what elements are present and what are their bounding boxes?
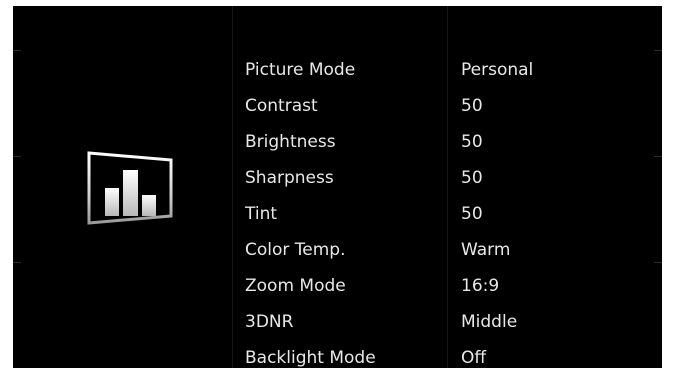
menu-item-label: 3DNR (245, 312, 294, 332)
menu-item-label: Backlight Mode (245, 348, 376, 368)
menu-item-label: Tint (245, 204, 278, 224)
menu-item-label: Color Temp. (245, 240, 346, 260)
menu-item-label: Brightness (245, 132, 336, 152)
menu-item-label: Contrast (245, 96, 318, 116)
menu-item-label: Zoom Mode (245, 276, 346, 296)
tick-mark (654, 156, 662, 157)
menu-item-value: Off (461, 348, 487, 368)
picture-settings-menu: Picture Mode Personal Contrast 50 Bright… (245, 52, 645, 368)
menu-row-sharpness[interactable]: Sharpness 50 (245, 160, 645, 196)
divider-line (232, 6, 233, 368)
menu-row-tint[interactable]: Tint 50 (245, 196, 645, 232)
menu-row-3dnr[interactable]: 3DNR Middle (245, 304, 645, 340)
menu-row-brightness[interactable]: Brightness 50 (245, 124, 645, 160)
menu-item-value: Personal (461, 60, 534, 80)
tv-osd-screen: Picture Mode Personal Contrast 50 Bright… (13, 6, 662, 368)
menu-item-value: 50 (461, 168, 483, 188)
tick-mark (654, 262, 662, 263)
menu-item-label: Sharpness (245, 168, 334, 188)
tick-mark (13, 50, 21, 51)
menu-row-picture-mode[interactable]: Picture Mode Personal (245, 52, 645, 88)
tick-mark (13, 262, 21, 263)
menu-item-value: 50 (461, 204, 483, 224)
tick-mark (13, 156, 21, 157)
menu-row-contrast[interactable]: Contrast 50 (245, 88, 645, 124)
menu-row-color-temp[interactable]: Color Temp. Warm (245, 232, 645, 268)
menu-item-value: 50 (461, 132, 483, 152)
picture-settings-icon (87, 151, 173, 226)
menu-row-backlight-mode[interactable]: Backlight Mode Off (245, 340, 645, 368)
menu-row-zoom-mode[interactable]: Zoom Mode 16:9 (245, 268, 645, 304)
menu-item-value: 50 (461, 96, 483, 116)
tick-mark (654, 50, 662, 51)
menu-item-value: Middle (461, 312, 518, 332)
menu-item-value: 16:9 (461, 276, 500, 296)
menu-item-value: Warm (461, 240, 511, 260)
menu-item-label: Picture Mode (245, 60, 356, 80)
